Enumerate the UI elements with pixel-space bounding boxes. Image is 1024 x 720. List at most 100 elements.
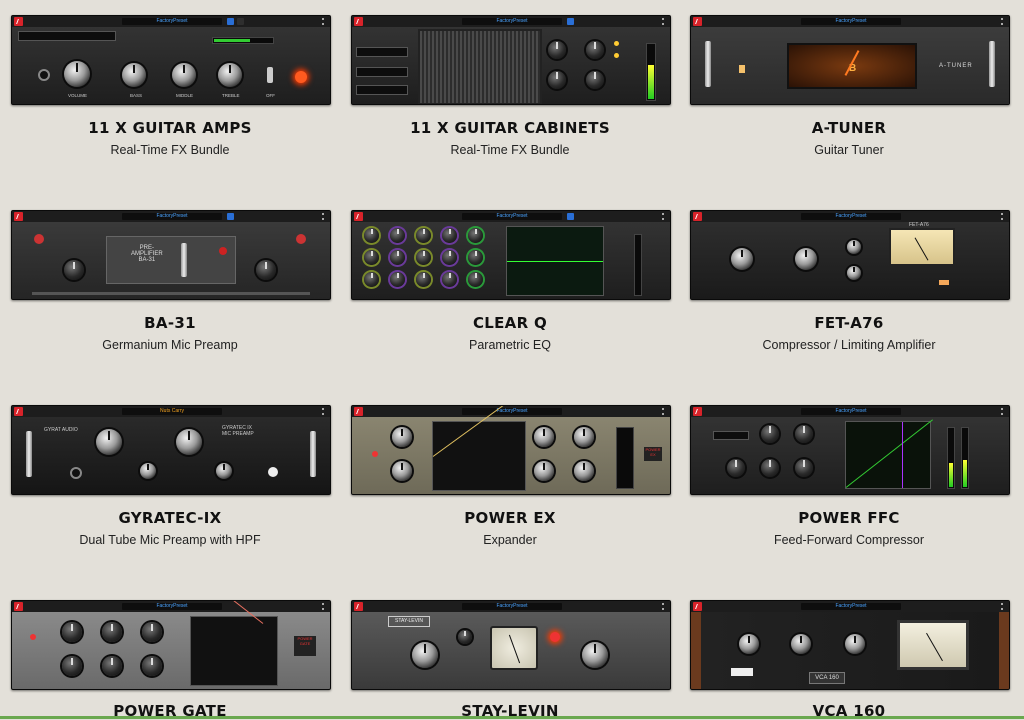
brand-label: STAY-LEVIN [388,616,430,627]
eq-band-knob [390,228,405,243]
cabinet-selector [356,47,408,57]
product-title[interactable]: GYRATEC-IX [11,509,329,527]
brand-label: GYRAT AUDIO [44,427,78,433]
rack-handle [26,431,32,477]
product-description: Expander [483,533,537,547]
ik-logo-icon [14,602,23,611]
menu-icon [1001,18,1005,25]
mic-knob [548,41,566,59]
mic-knob [586,41,604,59]
mic-selector [356,85,408,95]
menu-icon [662,408,666,415]
power-light-icon [30,634,36,640]
eq-band-knob [442,228,457,243]
preset-name: FactoryPreset [801,213,901,220]
rack-rail [32,292,310,295]
bypass-button [731,668,753,676]
hold-knob [62,656,82,676]
product-card-stay-levin[interactable]: FactoryPreset STAY-LEVIN STAY-LEVIN [351,600,671,720]
product-title[interactable]: FET-A76 [690,314,1008,332]
plugin-screenshot[interactable]: FactoryPreset POWER EX [351,405,671,495]
rack-handle [310,431,316,477]
attack-knob [574,427,594,447]
ik-logo-icon [693,17,702,26]
power-light-icon [550,632,560,642]
speaker-grille [418,29,542,104]
product-badge: POWER GATE [294,636,316,656]
product-card-gyratec-ix[interactable]: Nuts Carry GYRAT AUDIO GYRATEC IX MIC PR… [11,405,331,547]
output-knob [845,634,865,654]
bass-knob [122,63,146,87]
plugin-screenshot[interactable]: FactoryPreset VOLUME BASS MIDDLE TREBLE … [11,15,331,105]
vu-needle [914,237,929,261]
output-meter [646,43,656,101]
threshold-knob [739,634,759,654]
plugin-screenshot[interactable]: FactoryPreset FET-A76 [690,210,1010,300]
product-title[interactable]: POWER FFC [690,509,1008,527]
ik-logo-icon [354,17,363,26]
menu-icon [1001,408,1005,415]
phase-knob [216,463,232,479]
cabinet-faceplate [352,27,670,104]
tuner-display: B [787,43,917,89]
product-title[interactable]: CLEAR Q [351,314,669,332]
menu-icon [1001,213,1005,220]
product-card-a-tuner[interactable]: FactoryPreset B A-TUNER A-TUNER Guitar T… [690,15,1010,157]
hold-knob [534,461,554,481]
product-title[interactable]: A-TUNER [690,119,1008,137]
amp-selector [18,31,116,41]
preset-name: FactoryPreset [122,213,222,220]
product-card-power-ex[interactable]: FactoryPreset POWER EX POWER EX Expander [351,405,671,547]
plugin-screenshot[interactable]: FactoryPreset [690,405,1010,495]
output-knob [176,429,202,455]
preset-name: FactoryPreset [122,603,222,610]
model-label: GYRATEC IX MIC PREAMP [222,425,254,437]
output-meter [634,234,642,296]
plugin-screenshot[interactable]: Nuts Carry GYRAT AUDIO GYRATEC IX MIC PR… [11,405,331,495]
release-knob [795,459,813,477]
product-card-guitar-cabinets[interactable]: FactoryPreset 11 X GUITAR CABINETS Real-… [351,15,671,157]
plugin-screenshot[interactable]: FactoryPreset PRE- AMPLIFIER BA-31 [11,210,331,300]
fet-label: FET-A76 [909,222,929,228]
preamp-panel: PRE- AMPLIFIER BA-31 [106,236,236,284]
expander-faceplate: POWER EX [352,406,670,494]
vu-meter [490,626,538,670]
product-title[interactable]: BA-31 [11,314,329,332]
eq-band-knob [364,250,379,265]
output-meter [212,37,274,44]
plugin-screenshot[interactable]: FactoryPreset [351,15,671,105]
product-grid: FactoryPreset VOLUME BASS MIDDLE TREBLE … [0,0,1024,720]
product-card-power-ffc[interactable]: FactoryPreset POWER FFC Feed-Forward Com… [690,405,1010,547]
leveler-faceplate: STAY-LEVIN [352,612,670,689]
product-description: Feed-Forward Compressor [773,533,925,547]
menu-icon [662,603,666,610]
product-card-clear-q[interactable]: FactoryPreset CLEAR Q Parametric EQ [351,210,671,352]
knob-label: MIDDLE [176,93,194,98]
product-card-guitar-amps[interactable]: FactoryPreset VOLUME BASS MIDDLE TREBLE … [11,15,331,157]
eq-band-knob [390,272,405,287]
product-card-ba-31[interactable]: FactoryPreset PRE- AMPLIFIER BA-31 BA-31… [11,210,331,352]
product-title[interactable]: 11 X GUITAR CABINETS [351,119,669,137]
product-card-vca-160[interactable]: FactoryPreset VCA 160 VCA 160 [690,600,1010,720]
plugin-screenshot[interactable]: FactoryPreset VCA 160 [690,600,1010,690]
plugin-screenshot[interactable]: FactoryPreset [351,210,671,300]
menu-icon [322,603,326,610]
plugin-screenshot[interactable]: FactoryPreset B A-TUNER [690,15,1010,105]
product-title[interactable]: POWER EX [351,509,669,527]
product-card-power-gate[interactable]: FactoryPreset POWER GATE POWER GATE [11,600,331,720]
transfer-graph [845,419,933,489]
input-jack-icon [70,467,82,479]
plugin-screenshot[interactable]: FactoryPreset STAY-LEVIN [351,600,671,690]
hysteresis-knob [142,656,162,676]
compare-b-icon [237,18,244,25]
vu-meter [897,620,969,670]
compression-knob [791,634,811,654]
eq-band-knob [416,228,431,243]
knob-label: BASS [130,93,143,98]
panel-handle [181,243,187,277]
eq-band-knob [416,272,431,287]
product-title[interactable]: 11 X GUITAR AMPS [11,119,329,137]
menu-icon [322,18,326,25]
product-card-fet-a76[interactable]: FactoryPreset FET-A76 FET-A76 Compressor… [690,210,1010,352]
plugin-screenshot[interactable]: FactoryPreset POWER GATE [11,600,331,690]
